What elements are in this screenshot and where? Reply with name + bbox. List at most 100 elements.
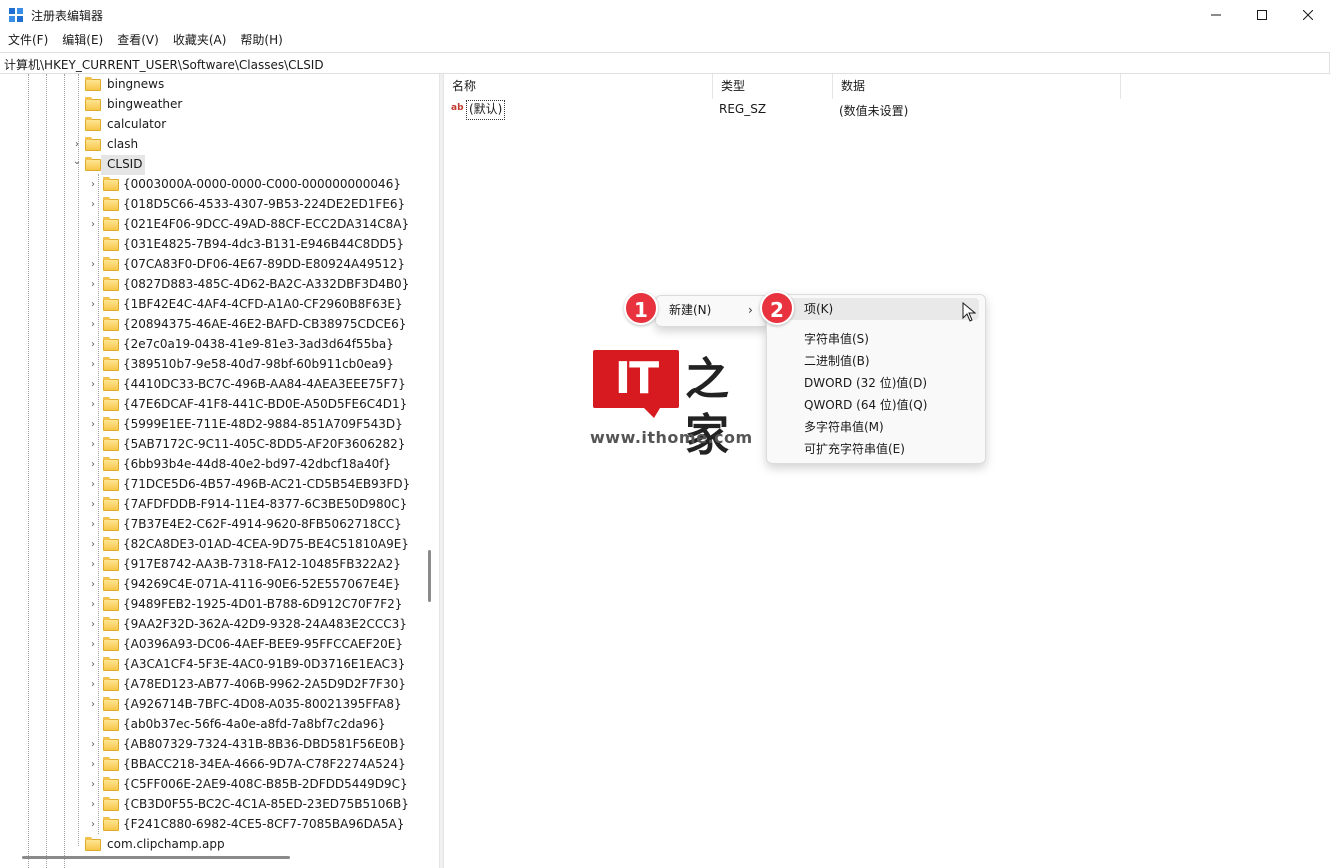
chevron-right-icon[interactable]: › (88, 420, 98, 430)
menu-favorites[interactable]: 收藏夹(A) (166, 30, 234, 51)
chevron-right-icon[interactable]: › (88, 780, 98, 790)
chevron-right-icon[interactable]: › (88, 760, 98, 770)
column-header-type[interactable]: 类型 (713, 74, 833, 99)
maximize-button[interactable] (1239, 0, 1285, 30)
chevron-right-icon[interactable]: › (88, 600, 98, 610)
submenu-item-dword-value[interactable]: DWORD (32 位)值(D) (804, 372, 927, 394)
chevron-right-icon[interactable]: › (88, 440, 98, 450)
tree-node-clsid-child[interactable]: › {A3CA1CF4-5F3E-4AC0-91B9-0D3716E1EAC3} (0, 655, 420, 675)
column-header-name[interactable]: 名称 (444, 74, 713, 99)
tree-node-clsid-child[interactable]: › {5999E1EE-711E-48D2-9884-851A709F543D} (0, 415, 420, 435)
tree-node-clsid-child[interactable]: › {389510b7-9e58-40d7-98bf-60b911cb0ea9} (0, 355, 420, 375)
tree-node-clsid-child[interactable]: › {7AFDFDDB-F914-11E4-8377-6C3BE50D980C} (0, 495, 420, 515)
tree-node-clsid-child[interactable]: › {47E6DCAF-41F8-441C-BD0E-A50D5FE6C4D1} (0, 395, 420, 415)
submenu-item-string-value[interactable]: 字符串值(S) (804, 328, 869, 350)
tree-node-clsid-child[interactable]: › {A78ED123-AB77-406B-9962-2A5D9D2F7F30} (0, 675, 420, 695)
tree-node-clsid-child[interactable]: › {1BF42E4C-4AF4-4CFD-A1A0-CF2960B8F63E} (0, 295, 420, 315)
tree-node[interactable]: bingnews (0, 75, 420, 95)
column-header-data[interactable]: 数据 (833, 74, 1121, 99)
chevron-right-icon[interactable]: › (88, 620, 98, 630)
tree-node-clsid-child[interactable]: › {021E4F06-9DCC-49AD-88CF-ECC2DA314C8A} (0, 215, 420, 235)
menu-help[interactable]: 帮助(H) (233, 30, 289, 51)
chevron-right-icon[interactable]: › (88, 640, 98, 650)
chevron-right-icon[interactable]: › (88, 260, 98, 270)
tree-node-clsid-child[interactable]: › {AB807329-7324-431B-8B36-DBD581F56E0B} (0, 735, 420, 755)
tree-node-clsid-child[interactable]: › {018D5C66-4533-4307-9B53-224DE2ED1FE6} (0, 195, 420, 215)
address-path[interactable]: 计算机\HKEY_CURRENT_USER\Software\Classes\C… (4, 56, 324, 73)
tree-horizontal-scrollbar[interactable] (22, 856, 290, 859)
chevron-right-icon[interactable]: › (88, 400, 98, 410)
submenu-item-key[interactable]: 项(K) (804, 298, 833, 320)
tree-node-clsid-child[interactable]: › {9AA2F32D-362A-42D9-9328-24A483E2CCC3} (0, 615, 420, 635)
menu-file[interactable]: 文件(F) (1, 30, 55, 51)
tree-node-clsid-child[interactable]: › {A0396A93-DC06-4AEF-BEE9-95FFCCAEF20E} (0, 635, 420, 655)
chevron-down-icon[interactable]: ⌄ (72, 157, 82, 167)
chevron-right-icon[interactable]: › (72, 140, 82, 150)
tree-node-clsid-child[interactable]: › {BBACC218-34EA-4666-9D7A-C78F2274A524} (0, 755, 420, 775)
tree-node-clsid-child[interactable]: › {5AB7172C-9C11-405C-8DD5-AF20F3606282} (0, 435, 420, 455)
chevron-right-icon[interactable]: › (88, 520, 98, 530)
tree-node-clsid-child[interactable]: › {9489FEB2-1925-4D01-B788-6D912C70F7F2} (0, 595, 420, 615)
chevron-right-icon[interactable]: › (88, 200, 98, 210)
chevron-right-icon[interactable]: › (88, 460, 98, 470)
chevron-right-icon[interactable]: › (88, 740, 98, 750)
tree-node-clsid-child[interactable]: › {2e7c0a19-0438-41e9-81e3-3ad3d64f55ba} (0, 335, 420, 355)
chevron-right-icon[interactable]: › (88, 560, 98, 570)
chevron-right-icon[interactable]: › (88, 340, 98, 350)
minimize-button[interactable] (1193, 0, 1239, 30)
tree-node-clsid-child[interactable]: › {94269C4E-071A-4116-90E6-52E557067E4E} (0, 575, 420, 595)
chevron-right-icon[interactable]: › (88, 700, 98, 710)
tree-node[interactable]: calculator (0, 115, 420, 135)
submenu-item-multi-string-value[interactable]: 多字符串值(M) (804, 416, 884, 438)
value-row-default[interactable]: ab (默认) REG_SZ (数值未设置) (444, 100, 1329, 120)
tree-node-clsid[interactable]: ⌄ CLSID (0, 155, 420, 175)
menu-item-new[interactable]: 新建(N) (669, 299, 711, 321)
chevron-right-icon[interactable]: › (88, 180, 98, 190)
chevron-right-icon[interactable]: › (88, 300, 98, 310)
tree-node-clsid-child[interactable]: › {07CA83F0-DF06-4E67-89DD-E80924A49512} (0, 255, 420, 275)
submenu-item-qword-value[interactable]: QWORD (64 位)值(Q) (804, 394, 927, 416)
chevron-right-icon[interactable]: › (88, 280, 98, 290)
tree-node-clsid-child[interactable]: › {20894375-46AE-46E2-BAFD-CB38975CDCE6} (0, 315, 420, 335)
values-list[interactable]: 名称 类型 数据 ab (默认) REG_SZ (数值未设置) (444, 74, 1329, 868)
title-bar[interactable]: 注册表编辑器 (0, 0, 1331, 30)
chevron-right-icon[interactable]: › (88, 660, 98, 670)
tree-node-clsid-child[interactable]: › {7B37E4E2-C62F-4914-9620-8FB5062718CC} (0, 515, 420, 535)
tree-node-clsid-child[interactable]: › {0003000A-0000-0000-C000-000000000046} (0, 175, 420, 195)
submenu-item-binary-value[interactable]: 二进制值(B) (804, 350, 870, 372)
chevron-right-icon[interactable]: › (88, 680, 98, 690)
tree-node[interactable]: › clash (0, 135, 420, 155)
tree-node-clsid-child[interactable]: {031E4825-7B94-4dc3-B131-E946B44C8DD5} (0, 235, 420, 255)
tree-node-clsid-child[interactable]: › {C5FF006E-2AE9-408C-B85B-2DFDD5449D9C} (0, 775, 420, 795)
submenu-item-expandable-string-value[interactable]: 可扩充字符串值(E) (804, 438, 905, 460)
chevron-right-icon[interactable]: › (88, 580, 98, 590)
tree-node[interactable]: com.clipchamp.app (0, 835, 420, 855)
chevron-right-icon[interactable]: › (88, 480, 98, 490)
tree-node-clsid-child[interactable]: › {A926714B-7BFC-4D08-A035-80021395FFA8} (0, 695, 420, 715)
chevron-right-icon[interactable]: › (88, 500, 98, 510)
tree-node[interactable]: bingweather (0, 95, 420, 115)
tree-node-clsid-child[interactable]: › {4410DC33-BC7C-496B-AA84-4AEA3EEE75F7} (0, 375, 420, 395)
chevron-right-icon[interactable]: › (88, 360, 98, 370)
chevron-right-icon[interactable]: › (88, 540, 98, 550)
tree-node-clsid-child[interactable]: › {0827D883-485C-4D62-BA2C-A332DBF3D4B0} (0, 275, 420, 295)
tree-vertical-scrollbar[interactable] (428, 550, 431, 602)
tree-node-clsid-child[interactable]: › {917E8742-AA3B-7318-FA12-10485FB322A2} (0, 555, 420, 575)
registry-tree[interactable]: bingnews bingweather calculator › clash ⌄ CLSI… (0, 74, 439, 868)
chevron-right-icon[interactable]: › (88, 220, 98, 230)
tree-node-clsid-child[interactable]: › {CB3D0F55-BC2C-4C1A-85ED-23ED75B5106B} (0, 795, 420, 815)
tree-node-clsid-child[interactable]: › {82CA8DE3-01AD-4CEA-9D75-BE4C51810A9E} (0, 535, 420, 555)
close-button[interactable] (1285, 0, 1331, 30)
tree-node-clsid-child[interactable]: › {F241C880-6982-4CE5-8CF7-7085BA96DA5A} (0, 815, 420, 835)
tree-node-clsid-child[interactable]: › {6bb93b4e-44d8-40e2-bd97-42dbcf18a40f} (0, 455, 420, 475)
chevron-right-icon[interactable]: › (88, 820, 98, 830)
tree-node-clsid-child[interactable]: {ab0b37ec-56f6-4a0e-a8fd-7a8bf7c2da96} (0, 715, 420, 735)
chevron-right-icon[interactable]: › (88, 380, 98, 390)
menu-view[interactable]: 查看(V) (110, 30, 166, 51)
chevron-right-icon[interactable]: › (88, 800, 98, 810)
menu-edit[interactable]: 编辑(E) (55, 30, 110, 51)
address-bar[interactable]: 计算机\HKEY_CURRENT_USER\Software\Classes\C… (0, 52, 1330, 74)
chevron-right-icon[interactable]: › (88, 320, 98, 330)
tree-node-clsid-child[interactable]: › {71DCE5D6-4B57-496B-AC21-CD5B54EB93FD} (0, 475, 420, 495)
value-name[interactable]: (默认) (466, 100, 506, 120)
